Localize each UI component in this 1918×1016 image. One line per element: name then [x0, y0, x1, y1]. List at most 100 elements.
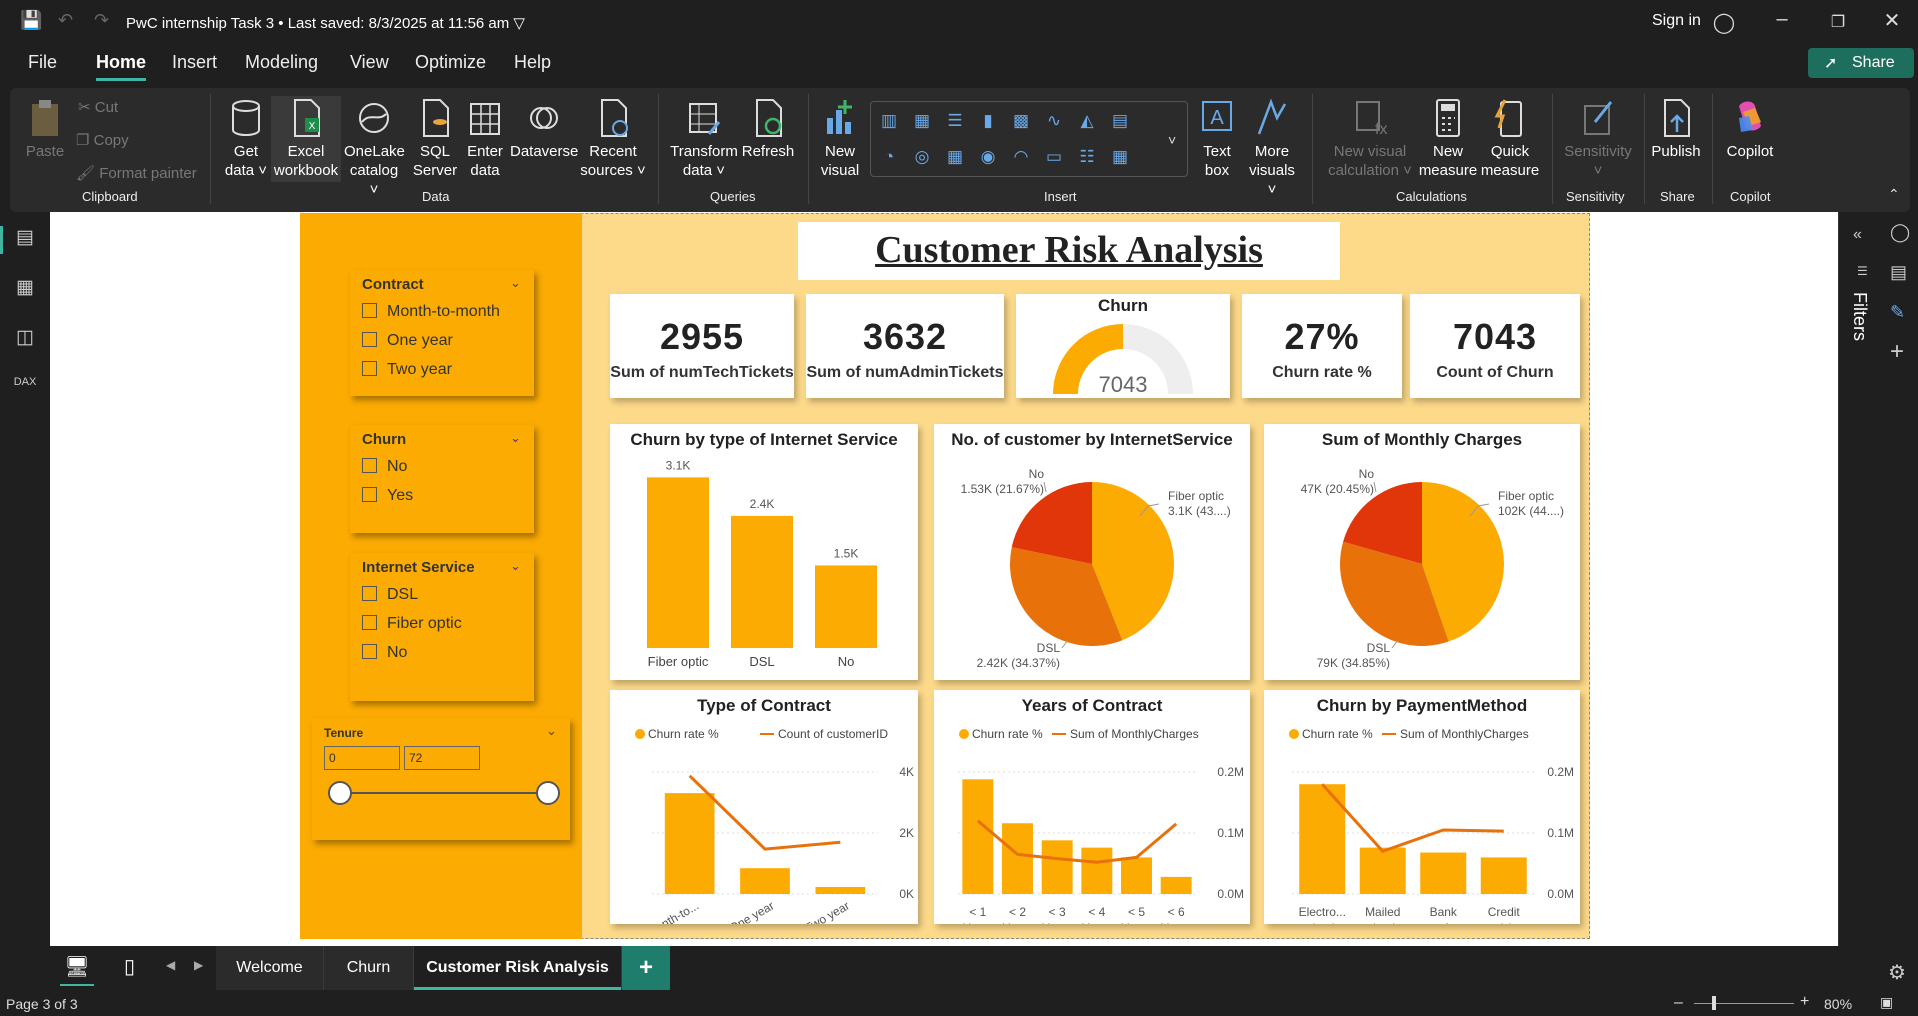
- format-icon[interactable]: ✎: [1890, 302, 1905, 323]
- report-view-icon[interactable]: ▤: [12, 226, 38, 252]
- chevron-down-icon[interactable]: ⌄: [546, 723, 557, 739]
- table-view-icon[interactable]: ▦: [12, 276, 38, 302]
- slicer-option[interactable]: Yes: [362, 486, 413, 515]
- chevron-down-icon[interactable]: ⌄: [510, 558, 521, 574]
- excel-workbook-button[interactable]: X Excel workbook: [271, 96, 341, 182]
- list-icon[interactable]: ☷: [1074, 144, 1100, 170]
- column-icon[interactable]: ▮: [975, 108, 1001, 134]
- menu-help[interactable]: Help: [514, 52, 551, 73]
- slicer-option[interactable]: No: [362, 643, 462, 672]
- gallery-expand-icon[interactable]: ˅: [1168, 132, 1176, 148]
- menu-home[interactable]: Home: [96, 52, 147, 81]
- line-chart-icon[interactable]: ∿: [1041, 108, 1067, 134]
- slicer-option[interactable]: Two year: [362, 360, 500, 389]
- slicer-option[interactable]: Month-to-month: [362, 302, 500, 331]
- sign-in-link[interactable]: Sign in: [1652, 12, 1701, 30]
- menu-optimize[interactable]: Optimize: [415, 52, 486, 73]
- treemap-icon[interactable]: ▦: [942, 144, 968, 170]
- new-visual-calculation-button[interactable]: fx New visual calculation ˅: [1326, 98, 1414, 180]
- checkbox[interactable]: [362, 361, 377, 376]
- slicer-option[interactable]: No: [362, 457, 413, 486]
- checkbox[interactable]: [362, 644, 377, 659]
- zoom-slider[interactable]: [1694, 1003, 1794, 1004]
- menu-view[interactable]: View: [350, 52, 389, 73]
- tab-customer-risk-analysis[interactable]: Customer Risk Analysis: [414, 946, 622, 990]
- desktop-layout-icon[interactable]: 🖥: [62, 954, 92, 984]
- checkbox[interactable]: [362, 487, 377, 502]
- slicer-option[interactable]: Fiber optic: [362, 614, 462, 643]
- menu-modeling[interactable]: Modeling: [245, 52, 318, 73]
- paste-button[interactable]: Paste: [22, 98, 68, 161]
- zoom-slider-thumb[interactable]: [1712, 996, 1716, 1010]
- checkbox[interactable]: [362, 615, 377, 630]
- checkbox[interactable]: [362, 303, 377, 318]
- card-icon[interactable]: ▭: [1041, 144, 1067, 170]
- expand-icon[interactable]: «: [1853, 226, 1862, 244]
- text-box-button[interactable]: A Text box: [1194, 98, 1240, 180]
- dax-query-view-icon[interactable]: DAX: [12, 376, 38, 402]
- filters-label[interactable]: Filters: [1849, 292, 1870, 341]
- tenure-min-input[interactable]: 0: [324, 746, 400, 770]
- donut-icon[interactable]: ◎: [909, 144, 935, 170]
- quick-measure-button[interactable]: Quick measure: [1478, 98, 1542, 180]
- chevron-down-icon[interactable]: ⌄: [510, 275, 521, 291]
- checkbox[interactable]: [362, 458, 377, 473]
- slider-handle-min[interactable]: [328, 781, 352, 805]
- mobile-layout-icon[interactable]: ▯: [124, 954, 135, 979]
- clustered-column-icon[interactable]: ▦: [909, 108, 935, 134]
- slicer-option[interactable]: DSL: [362, 585, 462, 614]
- share-button[interactable]: ➚ Share: [1808, 48, 1914, 78]
- new-measure-button[interactable]: New measure: [1418, 98, 1478, 180]
- next-page-icon[interactable]: ▶: [194, 958, 203, 972]
- ribbon-icon[interactable]: ▩: [1008, 108, 1034, 134]
- zoom-out-icon[interactable]: –: [1674, 994, 1683, 1012]
- transform-data-button[interactable]: Transform data ˅: [670, 98, 738, 180]
- settings-icon[interactable]: ⚙: [1888, 960, 1906, 985]
- account-icon[interactable]: ◯: [1704, 10, 1744, 35]
- area-chart-icon[interactable]: ◭: [1074, 108, 1100, 134]
- tenure-max-input[interactable]: 72: [404, 746, 480, 770]
- collapse-ribbon-icon[interactable]: ⌃: [1888, 186, 1900, 203]
- table-icon[interactable]: ▦: [1107, 144, 1133, 170]
- bar-icon[interactable]: ☰: [942, 108, 968, 134]
- zoom-in-icon[interactable]: +: [1800, 993, 1809, 1011]
- gauge-icon[interactable]: ◠: [1008, 144, 1034, 170]
- copilot-button[interactable]: Copilot: [1720, 98, 1780, 161]
- recent-sources-button[interactable]: Recent sources ˅: [580, 98, 646, 180]
- redo-icon[interactable]: ↷: [94, 10, 109, 31]
- chevron-down-icon[interactable]: ⌄: [510, 430, 521, 446]
- sensitivity-button[interactable]: Sensitivity ˅: [1560, 98, 1636, 180]
- more-visuals-button[interactable]: More visuals ˅: [1244, 98, 1300, 199]
- dataverse-button[interactable]: Dataverse: [510, 98, 578, 161]
- tab-churn[interactable]: Churn: [324, 946, 414, 990]
- copy-button[interactable]: ❐ Copy: [76, 131, 129, 149]
- cut-button[interactable]: ✂ Cut: [78, 98, 118, 116]
- close-button[interactable]: ✕: [1872, 8, 1912, 33]
- tab-welcome[interactable]: Welcome: [216, 946, 324, 990]
- save-icon[interactable]: 💾: [20, 10, 42, 31]
- checkbox[interactable]: [362, 332, 377, 347]
- new-visual-button[interactable]: New visual: [818, 98, 862, 180]
- map-icon[interactable]: ◉: [975, 144, 1001, 170]
- format-painter-button[interactable]: 🖌 Format painter: [76, 164, 197, 182]
- refresh-button[interactable]: Refresh: [740, 98, 796, 161]
- pie-icon[interactable]: ◔: [876, 144, 902, 170]
- sql-server-button[interactable]: SQL Server: [410, 98, 460, 180]
- data-icon[interactable]: ◯: [1890, 222, 1910, 243]
- slider-handle-max[interactable]: [536, 781, 560, 805]
- add-icon[interactable]: +: [1890, 338, 1904, 366]
- funnel-icon[interactable]: ▤: [1107, 108, 1133, 134]
- publish-button[interactable]: Publish: [1650, 98, 1702, 161]
- menu-file[interactable]: File: [28, 52, 57, 73]
- checkbox[interactable]: [362, 586, 377, 601]
- minimize-button[interactable]: –: [1762, 8, 1802, 31]
- onelake-catalog-button[interactable]: OneLake catalog ˅: [344, 98, 405, 199]
- slicer-option[interactable]: One year: [362, 331, 500, 360]
- restore-button[interactable]: ❐: [1818, 12, 1858, 32]
- menu-insert[interactable]: Insert: [172, 52, 217, 73]
- filter-icon[interactable]: ☰: [1857, 264, 1868, 278]
- add-page-button[interactable]: +: [622, 946, 670, 990]
- build-visual-icon[interactable]: ▤: [1890, 262, 1907, 283]
- enter-data-button[interactable]: Enter data: [462, 98, 508, 180]
- undo-icon[interactable]: ↶: [58, 10, 73, 31]
